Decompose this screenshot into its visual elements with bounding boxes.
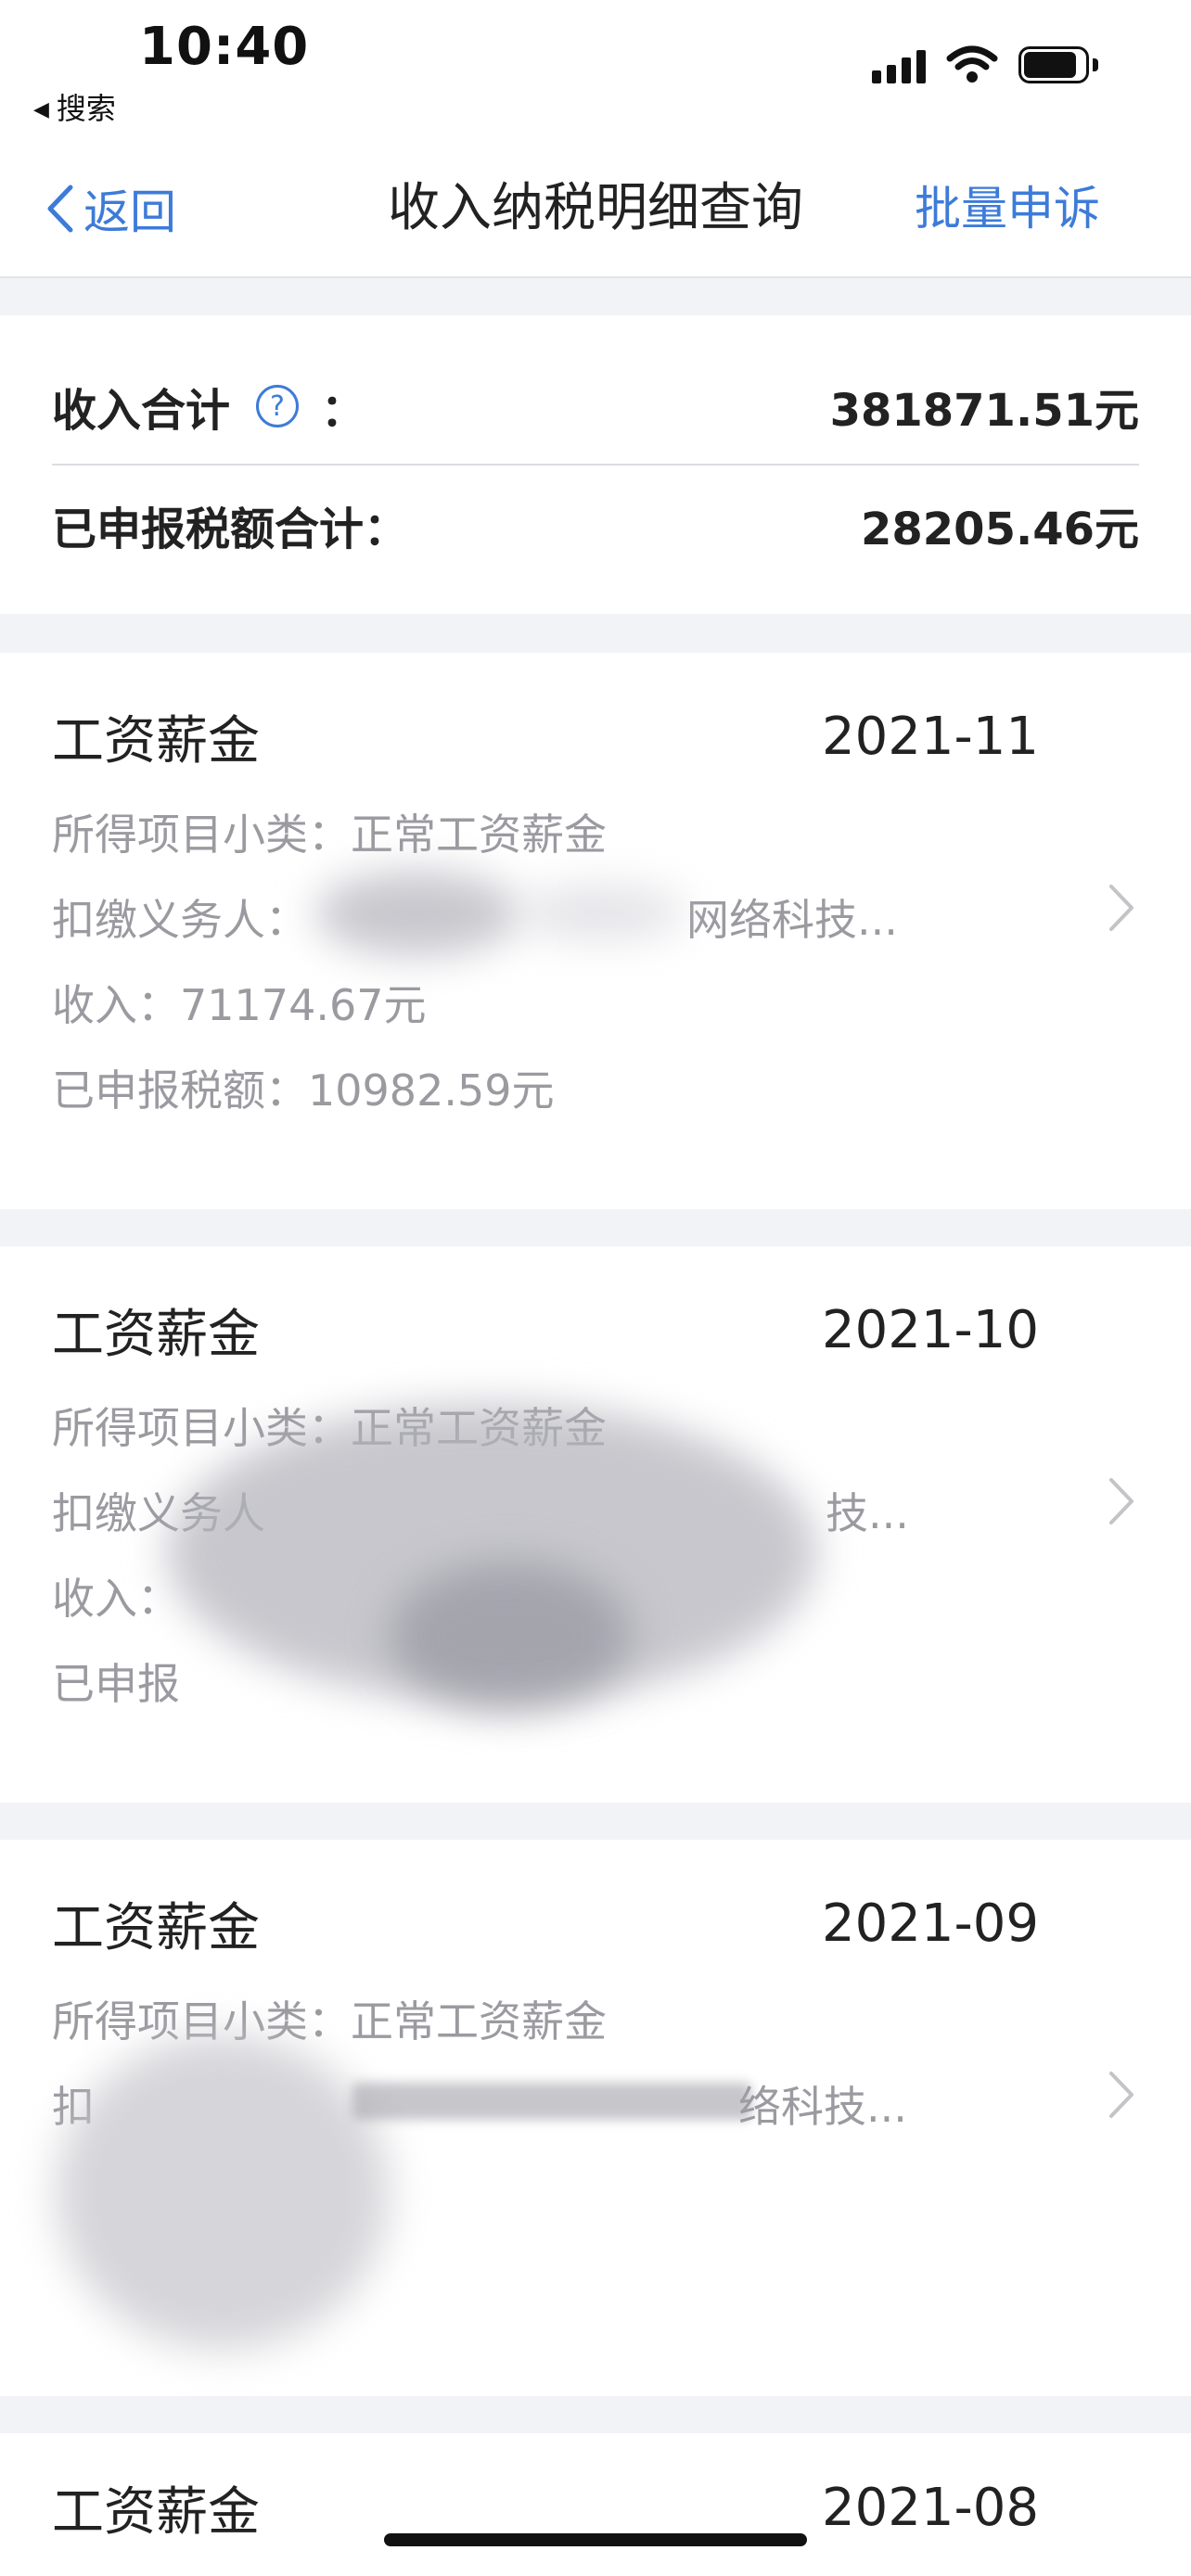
income-total-colon: ： bbox=[321, 385, 366, 437]
record-type: 工资薪金 bbox=[52, 1897, 260, 1958]
record-withholder-tail: 技... bbox=[826, 1488, 909, 1538]
record-card-2021-11[interactable]: 工资薪金 2021-11 所得项目小类：正常工资薪金 扣缴义务人： 网络科技..… bbox=[0, 653, 1191, 1209]
chevron-right-icon bbox=[1109, 1478, 1133, 1524]
redaction-blur bbox=[56, 2034, 390, 2350]
summary-panel: 收入合计 ? ： 381871.51元 已申报税额合计： 28205.46元 bbox=[0, 315, 1191, 614]
redaction-blur bbox=[315, 872, 519, 955]
tax-total-value: 28205.46元 bbox=[860, 504, 1139, 555]
record-tax: 已申报税额：10982.59元 bbox=[52, 1065, 555, 1116]
chevron-right-icon bbox=[1109, 2072, 1133, 2118]
record-card-2021-08[interactable]: 工资薪金 2021-08 bbox=[0, 2433, 1191, 2576]
record-type: 工资薪金 bbox=[52, 1304, 260, 1365]
status-icons bbox=[872, 37, 1098, 93]
divider bbox=[52, 464, 1139, 465]
tax-total-row: 已申报税额合计： 28205.46元 bbox=[52, 469, 1139, 580]
redaction-blur bbox=[352, 2083, 751, 2120]
record-income: 收入：71174.67元 bbox=[52, 980, 427, 1030]
back-to-app-link[interactable]: ◀ 搜索 bbox=[33, 85, 116, 128]
record-income: 收入： bbox=[52, 1574, 180, 1624]
record-subcategory: 所得项目小类：正常工资薪金 bbox=[52, 1996, 607, 2047]
record-type: 工资薪金 bbox=[52, 710, 260, 772]
wifi-icon bbox=[946, 45, 998, 83]
status-time: 10:40 bbox=[139, 17, 310, 77]
tax-total-label: 已申报税额合计： bbox=[52, 504, 409, 555]
record-period: 2021-11 bbox=[822, 706, 1039, 767]
record-card-2021-10[interactable]: 工资薪金 2021-10 所得项目小类：正常工资薪金 扣缴义务人 技... 收入… bbox=[0, 1246, 1191, 1803]
income-total-row: 收入合计 ? ： 381871.51元 bbox=[52, 351, 1139, 462]
record-card-2021-09[interactable]: 工资薪金 2021-09 所得项目小类：正常工资薪金 扣 络科技... bbox=[0, 1840, 1191, 2396]
record-tax: 已申报 bbox=[52, 1659, 180, 1709]
back-triangle-icon: ◀ bbox=[33, 98, 49, 121]
redaction-blur bbox=[390, 1562, 631, 1710]
batch-appeal-button[interactable]: 批量申诉 bbox=[915, 176, 1100, 241]
signal-icon bbox=[872, 46, 926, 83]
redaction-blur bbox=[519, 885, 686, 940]
record-subcategory: 所得项目小类：正常工资薪金 bbox=[52, 810, 607, 860]
record-period: 2021-09 bbox=[822, 1893, 1039, 1954]
battery-icon bbox=[1018, 46, 1098, 83]
status-bar: 10:40 ◀ 搜索 bbox=[0, 0, 1191, 139]
home-indicator[interactable] bbox=[384, 2533, 807, 2546]
record-withholder: 扣缴义务人： bbox=[52, 895, 308, 945]
chevron-right-icon bbox=[1109, 885, 1133, 931]
help-icon[interactable]: ? bbox=[256, 385, 300, 427]
nav-bar: 返回 收入纳税明细查询 批量申诉 bbox=[0, 139, 1191, 278]
record-type: 工资薪金 bbox=[52, 2481, 260, 2543]
income-total-label: 收入合计 bbox=[52, 385, 231, 437]
back-to-app-label: 搜索 bbox=[56, 91, 116, 126]
record-period: 2021-08 bbox=[822, 2477, 1039, 2538]
record-withholder-tail: 络科技... bbox=[738, 2082, 907, 2132]
record-withholder-tail: 网络科技... bbox=[686, 895, 898, 945]
income-total-value: 381871.51元 bbox=[829, 385, 1139, 437]
record-period: 2021-10 bbox=[822, 1299, 1039, 1360]
